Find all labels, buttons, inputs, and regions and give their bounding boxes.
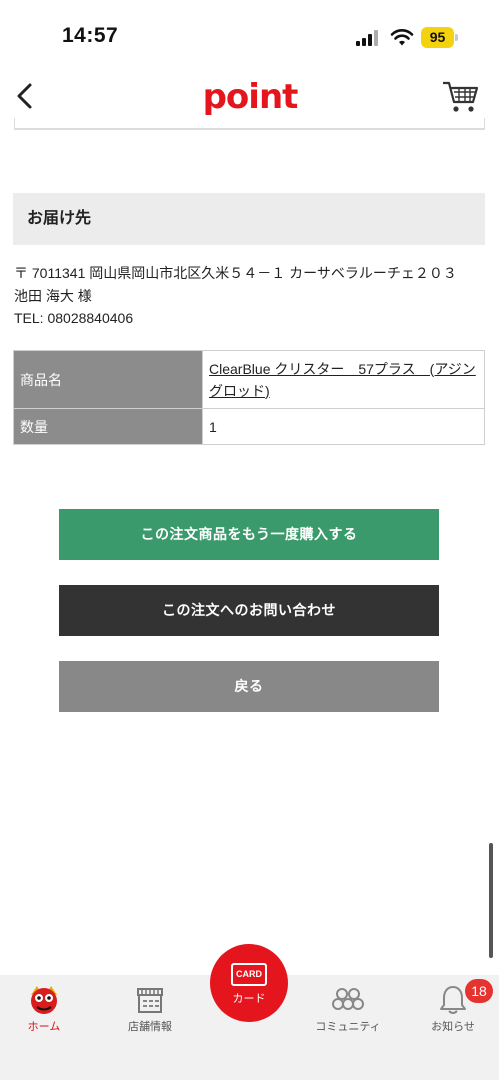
delivery-address: 〒 7011341 岡山県岡山市北区久米５４－１ カーサベラルーチェ２０３ — [14, 265, 457, 281]
order-item-table: 商品名 ClearBlue クリスター 57プラス (アジングロッド) 数量 1 — [13, 350, 485, 445]
status-time: 14:57 — [62, 24, 119, 47]
recipient-tel: TEL: 08028840406 — [14, 310, 134, 326]
inquiry-button[interactable]: この注文へのお問い合わせ — [59, 585, 439, 636]
tab-stores[interactable]: 店舗情報 — [100, 975, 200, 1045]
reorder-button[interactable]: この注文商品をもう一度購入する — [59, 509, 439, 560]
community-icon — [332, 988, 364, 1010]
tab-card[interactable]: CARD カード — [210, 944, 288, 1022]
table-row: 商品名 ClearBlue クリスター 57プラス (アジングロッド) — [13, 350, 485, 409]
table-row: 数量 1 — [13, 408, 485, 445]
quantity-label: 数量 — [13, 408, 203, 445]
tab-community-label: コミュニティ — [315, 1021, 381, 1033]
nav-header: point — [0, 72, 499, 128]
cellular-signal-icon — [356, 30, 380, 46]
back-chevron-icon[interactable] — [8, 76, 44, 116]
tab-community[interactable]: コミュニティ — [298, 975, 398, 1045]
tab-card-label: カード — [232, 993, 266, 1005]
battery-indicator: 95 — [421, 27, 454, 48]
cart-icon[interactable] — [440, 76, 480, 116]
scrollbar[interactable] — [489, 843, 493, 958]
card-icon: CARD — [231, 963, 267, 986]
tab-notifications-label: お知らせ — [431, 1021, 475, 1033]
product-name-label: 商品名 — [13, 350, 203, 409]
mascot-home-icon — [31, 986, 57, 1014]
store-icon — [137, 988, 163, 1013]
notification-badge: 18 — [465, 979, 493, 1003]
tab-stores-label: 店舗情報 — [128, 1021, 172, 1033]
product-link[interactable]: ClearBlue クリスター 57プラス (アジングロッド) — [209, 358, 478, 402]
product-name-cell: ClearBlue クリスター 57プラス (アジングロッド) — [202, 350, 485, 409]
delivery-address-block: 〒 7011341 岡山県岡山市北区久米５４－１ カーサベラルーチェ２０３ 池田… — [14, 262, 486, 330]
recipient-name: 池田 海大 様 — [14, 287, 92, 304]
tab-home-label: ホーム — [27, 1021, 61, 1033]
delivery-heading: お届け先 — [13, 193, 485, 245]
card-icon-text: CARD — [236, 969, 262, 979]
back-button[interactable]: 戻る — [59, 661, 439, 712]
svg-text:point: point — [203, 77, 299, 117]
header-divider — [14, 128, 485, 130]
point-logo[interactable]: point — [188, 76, 312, 120]
battery-tip — [455, 34, 458, 41]
quantity-value: 1 — [202, 408, 485, 445]
wifi-icon — [390, 29, 414, 46]
tab-home[interactable]: ホーム — [0, 975, 94, 1045]
status-bar: 14:57 95 — [0, 0, 499, 72]
